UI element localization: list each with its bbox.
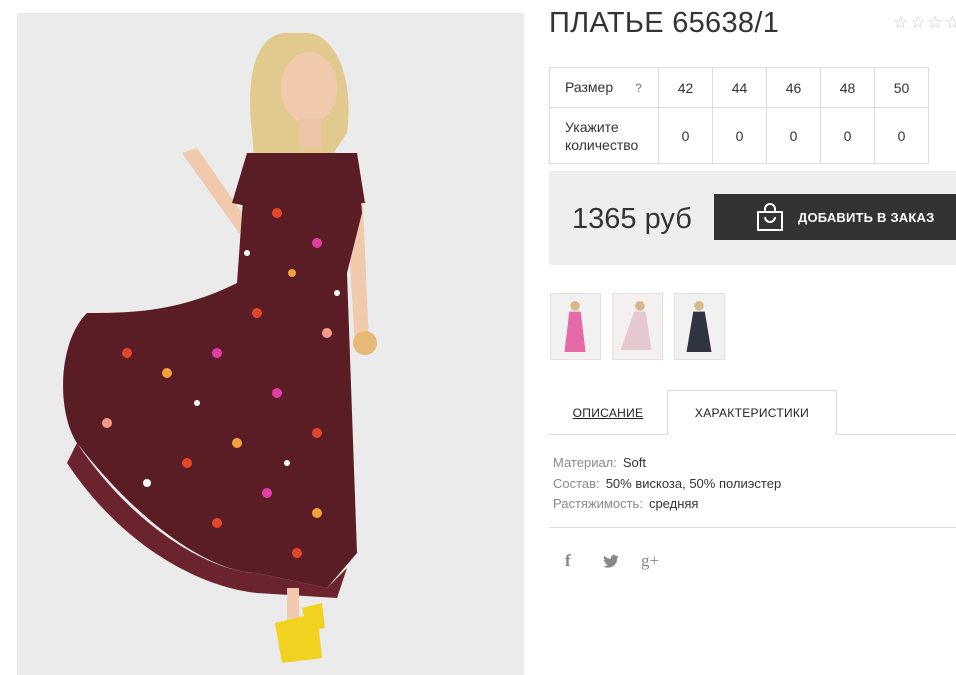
quantity-row: Укажите количество 0 0 0 0 0 [549,107,929,164]
product-main-photo[interactable] [17,13,524,675]
quantity-input[interactable]: 0 [712,107,767,164]
section-divider [549,527,956,528]
size-quantity-table: Размер ? 42 44 46 48 50 Укажите количест… [549,67,929,164]
pink-dress-thumbnail[interactable] [550,293,601,360]
spec-key: Растяжимость: [553,496,643,511]
spec-row: Растяжимость: средняя [553,494,781,515]
price-panel: 1365 руб ДОБАВИТЬ В ЗАКАЗ [549,171,956,265]
quantity-input[interactable]: 0 [766,107,821,164]
size-cell: 46 [766,67,821,108]
tab-description[interactable]: ОПИСАНИЕ [549,390,667,435]
spec-key: Материал: [553,455,617,470]
quantity-input[interactable]: 0 [820,107,875,164]
spec-value: 50% вискоза, 50% полиэстер [605,475,782,491]
size-cell: 48 [820,67,875,108]
spec-row: Состав: 50% вискоза, 50% полиэстер [553,474,781,495]
product-title: ПЛАТЬЕ 65638/1 [549,7,780,39]
star-icon[interactable]: ☆ [928,14,943,31]
twitter-icon[interactable] [603,549,641,573]
spec-value: Soft [622,455,647,470]
star-icon[interactable]: ☆ [893,14,908,31]
size-cell: 42 [658,67,713,108]
social-share: f g+ [565,549,679,573]
size-cell: 50 [874,67,929,108]
facebook-icon[interactable]: f [565,549,603,573]
dark-dress-thumbnail[interactable] [674,293,725,360]
spec-value: средняя [648,496,699,511]
size-row: Размер ? 42 44 46 48 50 [549,67,929,108]
quantity-label: Укажите количество [549,107,659,164]
add-to-order-button[interactable]: ДОБАВИТЬ В ЗАКАЗ [714,194,956,240]
star-icon[interactable]: ☆ [945,14,956,31]
spec-key: Состав: [553,475,600,491]
help-icon[interactable]: ? [635,81,642,95]
price-label: 1365 руб [572,203,692,235]
google-plus-icon[interactable]: g+ [641,549,679,573]
size-cell: 44 [712,67,767,108]
size-label-cell: Размер ? [549,67,659,108]
star-icon[interactable]: ☆ [910,14,925,31]
rating-stars[interactable]: ☆ ☆ ☆ ☆ ☆ [893,14,956,31]
light-dress-thumbnail[interactable] [612,293,663,360]
tab-characteristics[interactable]: ХАРАКТЕРИСТИКИ [667,390,837,435]
shopping-bag-icon [757,203,783,231]
size-label: Размер [565,79,614,95]
thumbnail-gallery [550,293,725,360]
characteristics-list: Материал: Soft Состав: 50% вискоза, 50% по… [553,453,781,515]
add-to-order-label: ДОБАВИТЬ В ЗАКАЗ [798,209,935,225]
spec-row: Материал: Soft [553,453,781,474]
quantity-input[interactable]: 0 [658,107,713,164]
quantity-input[interactable]: 0 [874,107,929,164]
dress-model-image [17,13,524,675]
